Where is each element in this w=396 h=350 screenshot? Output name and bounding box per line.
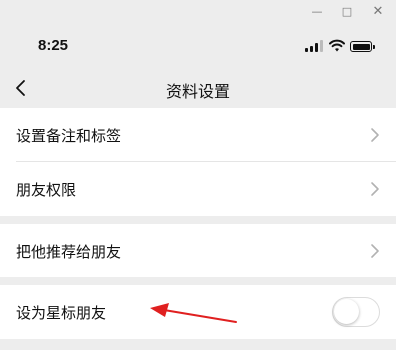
chevron-right-icon — [371, 182, 379, 196]
maximize-icon[interactable]: □ — [338, 3, 356, 21]
minimize-icon[interactable]: — — [308, 3, 326, 21]
row-recommend-to-friends[interactable]: 把他推荐给朋友 — [0, 224, 396, 277]
status-time: 8:25 — [38, 37, 69, 54]
row-label: 设为星标朋友 — [16, 304, 107, 322]
window-title-bar: — □ ✕ — [0, 0, 396, 24]
list-group-remarks: 设置备注和标签 朋友权限 — [0, 108, 396, 216]
row-label: 设置备注和标签 — [16, 127, 122, 145]
chevron-right-icon — [371, 244, 379, 258]
bottom-strip — [0, 339, 396, 350]
row-friend-permissions[interactable]: 朋友权限 — [0, 162, 396, 216]
row-label: 朋友权限 — [16, 181, 77, 199]
red-arrow-annotation — [150, 303, 237, 323]
wifi-icon — [329, 39, 345, 52]
status-bar: 8:25 — [0, 24, 396, 68]
close-icon[interactable]: ✕ — [369, 3, 387, 21]
page-title: 资料设置 — [165, 82, 230, 101]
toggle-knob — [334, 299, 359, 324]
list-group-recommend: 把他推荐给朋友 — [0, 224, 396, 277]
star-friend-toggle[interactable] — [332, 297, 380, 327]
signal-icon — [305, 40, 323, 52]
row-set-remarks-tags[interactable]: 设置备注和标签 — [0, 108, 396, 162]
chevron-right-icon — [371, 128, 379, 142]
nav-bar: 资料设置 — [0, 68, 396, 108]
battery-icon — [350, 41, 375, 52]
row-label: 把他推荐给朋友 — [16, 243, 122, 261]
